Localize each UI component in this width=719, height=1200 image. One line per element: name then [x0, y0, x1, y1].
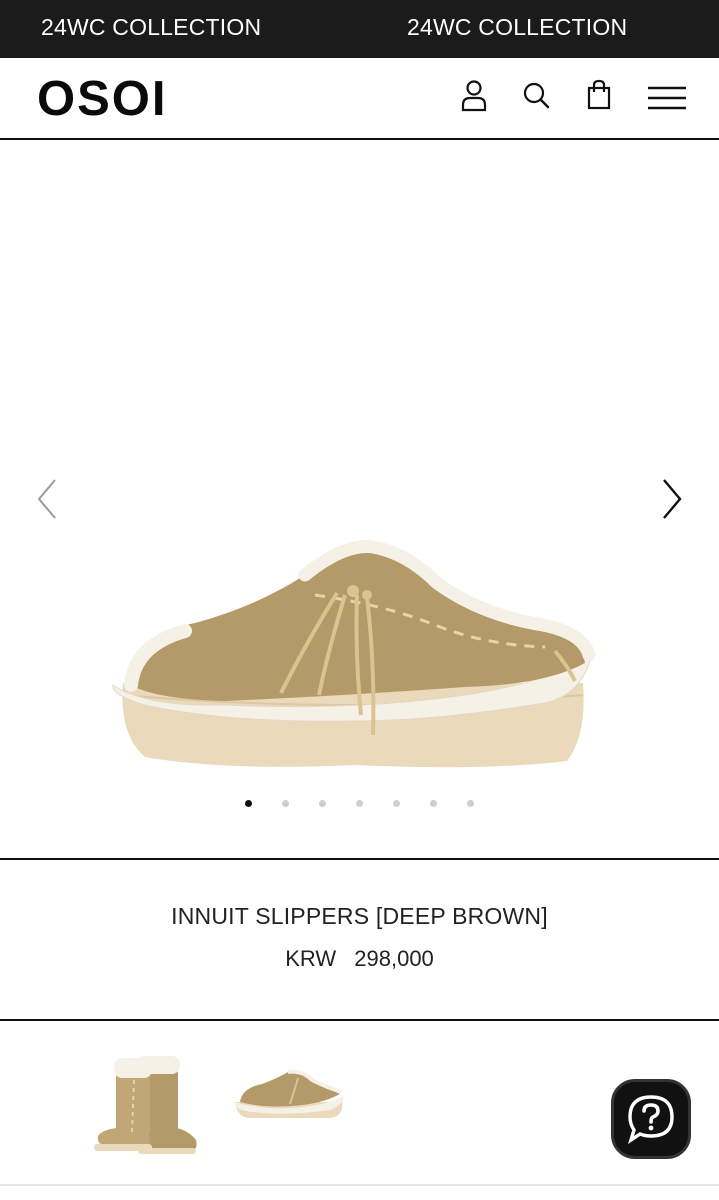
- site-logo[interactable]: OSOI: [37, 74, 168, 124]
- section-divider: [0, 1019, 719, 1021]
- pagination-dot[interactable]: [282, 800, 289, 807]
- product-price: KRW 298,000: [0, 946, 719, 972]
- product-gallery[interactable]: [0, 140, 719, 859]
- product-image: [112, 540, 596, 768]
- price-currency: KRW: [285, 946, 337, 971]
- footer-divider: [0, 1184, 719, 1186]
- pagination-dot[interactable]: [319, 800, 326, 807]
- pagination-dot[interactable]: [393, 800, 400, 807]
- pagination-dot[interactable]: [467, 800, 474, 807]
- account-icon[interactable]: [458, 78, 490, 114]
- promo-text[interactable]: 24WC COLLECTION: [407, 14, 627, 41]
- help-chat-button[interactable]: [611, 1079, 691, 1159]
- product-title: INNUIT SLIPPERS [DEEP BROWN]: [171, 903, 548, 929]
- gallery-pagination: [0, 800, 719, 810]
- boot-thumbnail[interactable]: [88, 1050, 200, 1156]
- pagination-dot[interactable]: [356, 800, 363, 807]
- promo-text[interactable]: 24WC COLLECTION: [41, 14, 261, 41]
- cart-icon[interactable]: [583, 78, 615, 114]
- menu-icon[interactable]: [647, 78, 687, 114]
- site-header: OSOI: [0, 58, 719, 140]
- pagination-dot[interactable]: [245, 800, 252, 807]
- promo-bar[interactable]: 24WC COLLECTION 24WC COLLECTION: [0, 0, 719, 58]
- section-divider: [0, 858, 719, 860]
- chevron-left-icon[interactable]: [33, 476, 63, 522]
- chevron-right-icon[interactable]: [656, 476, 686, 522]
- pagination-dot[interactable]: [430, 800, 437, 807]
- slipper-thumbnail[interactable]: [232, 1066, 346, 1124]
- search-icon[interactable]: [521, 78, 553, 114]
- help-chat-icon: [628, 1095, 674, 1145]
- price-value: 298,000: [354, 946, 434, 971]
